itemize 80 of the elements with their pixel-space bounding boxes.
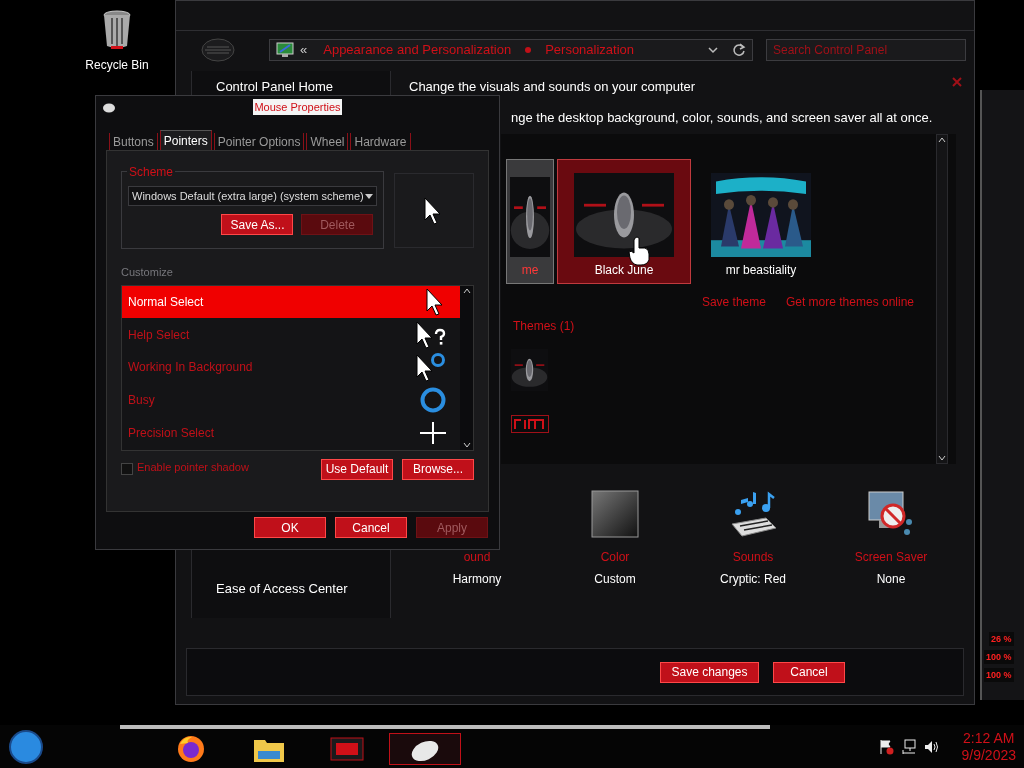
- cancel-button[interactable]: Cancel: [773, 661, 845, 683]
- use-default-button[interactable]: Use Default: [321, 458, 393, 480]
- clock-date: 9/9/2023: [961, 746, 1016, 764]
- scroll-down-icon[interactable]: [462, 441, 471, 448]
- dropdown-chevron-icon[interactable]: [708, 46, 718, 54]
- section-heading: Themes (1): [513, 317, 575, 335]
- dialog-title: Mouse Properties: [253, 98, 342, 116]
- scroll-up-icon[interactable]: [462, 287, 471, 294]
- save-button[interactable]: Save changes: [660, 661, 759, 683]
- page-heading: Change the visuals and sounds on your computer: [409, 80, 696, 94]
- dropdown-caret-icon: [365, 193, 374, 199]
- app-window-icon[interactable]: [330, 735, 364, 762]
- customize-label: Customize: [121, 265, 174, 280]
- setting-link[interactable]: Screen Saver: [854, 547, 928, 566]
- page-description: nge the desktop background, color, sounds, and screen saver all at once.: [511, 109, 933, 127]
- crosshair-icon: [420, 422, 446, 445]
- pointer-name: Working In Background: [128, 359, 253, 377]
- scrollbar[interactable]: [460, 285, 473, 450]
- theme-tile[interactable]: Black June: [557, 158, 691, 284]
- save-as-button[interactable]: Save As...: [221, 214, 294, 235]
- clock-time: 2:12 AM: [963, 729, 1015, 747]
- hand-cursor-icon: [627, 236, 651, 266]
- checkbox-label: Enable pointer shadow: [137, 459, 249, 475]
- tab[interactable]: Pointers: [159, 130, 212, 150]
- setting-value: Cryptic: Red: [720, 570, 786, 588]
- separator-dot-icon: [523, 45, 534, 55]
- setting-link[interactable]: Color: [600, 547, 630, 566]
- gauge-reading: 100 %: [984, 668, 1014, 682]
- monitor-icon: [276, 42, 294, 58]
- setting-link[interactable]: ound: [463, 547, 491, 566]
- network-icon[interactable]: [900, 738, 917, 755]
- flag-icon[interactable]: [877, 738, 894, 755]
- browse-button[interactable]: Browse...: [402, 458, 474, 480]
- scrollbar[interactable]: [936, 133, 948, 464]
- start-button[interactable]: [9, 729, 43, 764]
- gauge-reading: 100 %: [984, 650, 1014, 664]
- mouse-icon: [102, 101, 116, 113]
- pointer-name: Help Select: [128, 326, 190, 344]
- color-swatch-icon: [591, 489, 639, 538]
- pointer-name: Normal Select: [128, 293, 204, 311]
- theme-tile[interactable]: mr beastiality: [694, 158, 828, 284]
- keyboard-notes-icon: [728, 489, 778, 538]
- refresh-icon[interactable]: [732, 43, 746, 57]
- theme-name: Black June: [594, 261, 654, 279]
- busy-ring-icon: [420, 387, 446, 414]
- firefox-icon[interactable]: [176, 733, 206, 764]
- address-bar[interactable]: « Appearance and Personalization Personalization: [269, 39, 753, 61]
- theme-name: me: [521, 261, 539, 279]
- working-cursor-icon: [416, 352, 446, 383]
- theme-name: mr beastiality: [725, 261, 797, 279]
- theme-link[interactable]: Save theme: [701, 292, 766, 311]
- search-field[interactable]: Search Control Panel: [766, 39, 966, 61]
- trash-can-icon[interactable]: [101, 10, 133, 50]
- back-chevrons[interactable]: «: [300, 40, 308, 60]
- scroll-down-icon[interactable]: [938, 454, 946, 461]
- scroll-up-icon[interactable]: [938, 136, 946, 143]
- help-cursor-icon: [416, 320, 446, 349]
- ok-button[interactable]: OK: [254, 517, 326, 538]
- arrow-cursor-icon: [426, 287, 446, 316]
- clock[interactable]: 2:12 AM 9/9/2023: [961, 729, 1016, 764]
- pointer-name: Busy: [128, 392, 155, 410]
- pointer-row[interactable]: Normal Select: [122, 285, 460, 319]
- shadow-checkbox[interactable]: [121, 463, 133, 475]
- setting-value: Harmony: [452, 570, 502, 588]
- setting-value: Custom: [594, 570, 636, 588]
- taskbar-app[interactable]: [389, 732, 461, 765]
- desktop-icon-label[interactable]: Recycle Bin: [85, 56, 149, 74]
- setting-value: None: [876, 570, 906, 588]
- cancel-button[interactable]: Cancel: [335, 517, 407, 538]
- setting-link[interactable]: Sounds: [732, 547, 774, 566]
- gauge-reading: 26 %: [989, 632, 1014, 646]
- rim-logo-icon: [511, 414, 549, 433]
- pointer-name: Precision Select: [128, 425, 215, 443]
- sidebar-link[interactable]: Control Panel Home: [216, 80, 390, 94]
- theme-link[interactable]: Get more themes online: [785, 292, 914, 311]
- breadcrumb-link[interactable]: Appearance and Personalization: [323, 40, 512, 60]
- sidebar-link[interactable]: Ease of Access Center: [216, 578, 390, 598]
- monitor-blocked-icon: [867, 489, 915, 538]
- scheme-dropdown[interactable]: Windows Default (extra large) (system scheme): [128, 186, 378, 206]
- theme-tile[interactable]: me: [506, 158, 554, 284]
